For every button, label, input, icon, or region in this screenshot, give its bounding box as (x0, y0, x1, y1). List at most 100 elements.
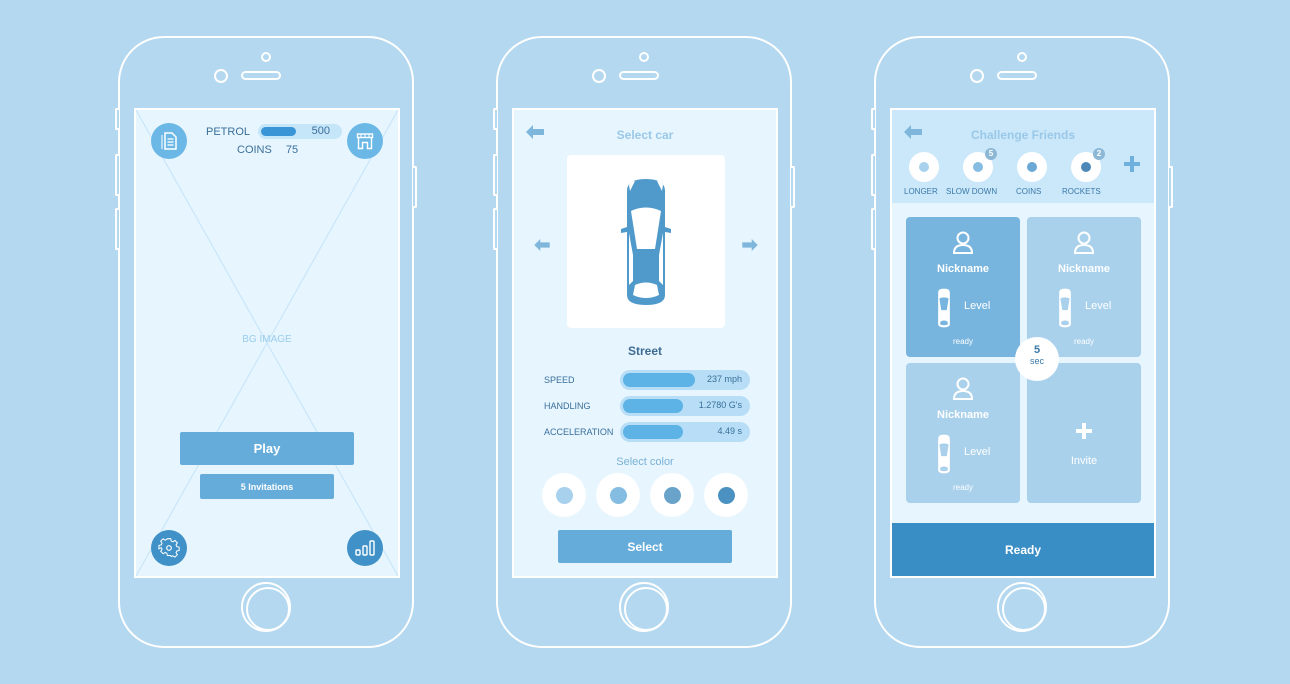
powerup-dot (1027, 162, 1037, 172)
coins-counter: COINS 75 (237, 144, 298, 156)
shop-button[interactable] (347, 123, 383, 159)
powerup-label: LONGER (904, 187, 938, 196)
stat-label: HANDLING (544, 401, 591, 411)
phone-frame-home: PETROL 500 COINS 75 BG IMAGE Play 5 Invit… (115, 36, 417, 648)
gear-icon (158, 538, 180, 558)
front-camera (214, 69, 228, 83)
player-level: Level (964, 300, 991, 312)
stats-icon (355, 540, 375, 556)
car-name: Street (627, 344, 662, 358)
player-level: Level (1085, 300, 1112, 312)
user-icon (952, 377, 974, 400)
mute-switch (493, 108, 497, 130)
count-badge: 2 (1093, 148, 1105, 160)
player-level: Level (964, 446, 991, 458)
stat-value: 237 mph (706, 374, 742, 384)
car-icon (938, 288, 950, 328)
settings-button[interactable] (151, 530, 187, 566)
powerup-coins[interactable] (1017, 152, 1047, 182)
sensor-dot (261, 52, 271, 62)
home-screen: PETROL 500 COINS 75 BG IMAGE Play 5 Invit… (134, 108, 400, 578)
quests-button[interactable] (151, 123, 187, 159)
player-nickname: Nickname (937, 263, 989, 275)
car-top-view-icon (621, 178, 671, 305)
stat-label: ACCELERATION (544, 427, 614, 437)
home-button (997, 582, 1047, 632)
shop-icon (356, 133, 374, 150)
stat-bar: 4.49 s (620, 422, 750, 442)
color-swatch[interactable] (542, 473, 586, 517)
arrow-right-icon (742, 239, 758, 251)
stat-acceleration: ACCELERATION 4.49 s (544, 422, 750, 442)
player-status: ready (952, 483, 973, 492)
petrol-bar: 500 (258, 124, 343, 139)
arrow-left-icon (534, 239, 550, 251)
volume-up-button (493, 154, 497, 196)
coins-value: 75 (285, 144, 299, 156)
volume-down-button (493, 208, 497, 250)
phone-frame-select-car: Select car Street SPEED 237 mph HANDLING… (493, 36, 795, 648)
earpiece-speaker (619, 71, 659, 80)
count-badge: 5 (985, 148, 997, 160)
player-card[interactable]: Nickname Level ready (906, 217, 1020, 357)
coins-label: COINS (237, 144, 272, 156)
plus-icon (1027, 421, 1141, 443)
color-dot (609, 486, 627, 504)
play-button[interactable]: Play (180, 432, 354, 465)
stat-bar-fill (623, 425, 683, 439)
select-button[interactable]: Select (558, 530, 732, 563)
powerup-longer[interactable] (909, 152, 939, 182)
sensor-dot (639, 52, 649, 62)
select-color-label: Select color (616, 456, 674, 468)
stat-handling: HANDLING 1.2780 G's (544, 396, 750, 416)
timer-value: 5 (1033, 344, 1041, 356)
stat-speed: SPEED 237 mph (544, 370, 750, 390)
home-button (619, 582, 669, 632)
car-preview (567, 155, 725, 328)
front-camera (592, 69, 606, 83)
color-swatch[interactable] (650, 473, 694, 517)
power-button (413, 166, 417, 208)
invite-card[interactable]: Invite (1027, 363, 1141, 503)
petrol-value: 500 (311, 125, 331, 137)
color-dot (555, 486, 573, 504)
home-button (241, 582, 291, 632)
stat-bar: 237 mph (620, 370, 750, 390)
challenge-header: Challenge Friends 5 2 LONGER SLOW DOWN C… (892, 110, 1154, 203)
ready-button[interactable]: Ready (892, 523, 1154, 576)
power-button (1169, 166, 1173, 208)
next-car-button[interactable] (742, 239, 758, 255)
document-icon (161, 132, 177, 150)
powerup-slow-down[interactable]: 5 (963, 148, 997, 182)
petrol-label: PETROL (206, 125, 251, 138)
page-title: Select car (616, 128, 674, 142)
player-nickname: Nickname (937, 409, 989, 421)
petrol-bar-fill (261, 127, 297, 136)
car-icon (1059, 288, 1071, 328)
phone-frame-challenge: Challenge Friends 5 2 LONGER SLOW DOWN C… (871, 36, 1173, 648)
color-dot (663, 486, 681, 504)
bg-image-label: BG IMAGE (242, 334, 292, 345)
stat-bar: 1.2780 G's (620, 396, 750, 416)
powerup-rockets[interactable]: 2 (1071, 148, 1105, 182)
powerup-label: SLOW DOWN (946, 187, 998, 196)
previous-car-button[interactable] (534, 239, 550, 255)
countdown-timer: 5 sec (1015, 337, 1059, 381)
color-swatch[interactable] (704, 473, 748, 517)
invitations-button[interactable]: 5 Invitations (200, 474, 334, 499)
volume-up-button (115, 154, 119, 196)
earpiece-speaker (997, 71, 1037, 80)
player-card[interactable]: Nickname Level ready (1027, 217, 1141, 357)
timer-unit: sec (1029, 356, 1044, 366)
stat-bar-fill (623, 399, 683, 413)
add-powerup-button[interactable] (1124, 154, 1140, 176)
volume-up-button (871, 154, 875, 196)
player-card[interactable]: Nickname Level ready (906, 363, 1020, 503)
color-swatch[interactable] (596, 473, 640, 517)
mute-switch (115, 108, 119, 130)
leaderboard-button[interactable] (347, 530, 383, 566)
invite-label: Invite (1070, 455, 1098, 467)
select-car-screen: Select car Street SPEED 237 mph HANDLING… (512, 108, 778, 578)
user-icon (1073, 231, 1095, 254)
powerup-dot (973, 162, 983, 172)
